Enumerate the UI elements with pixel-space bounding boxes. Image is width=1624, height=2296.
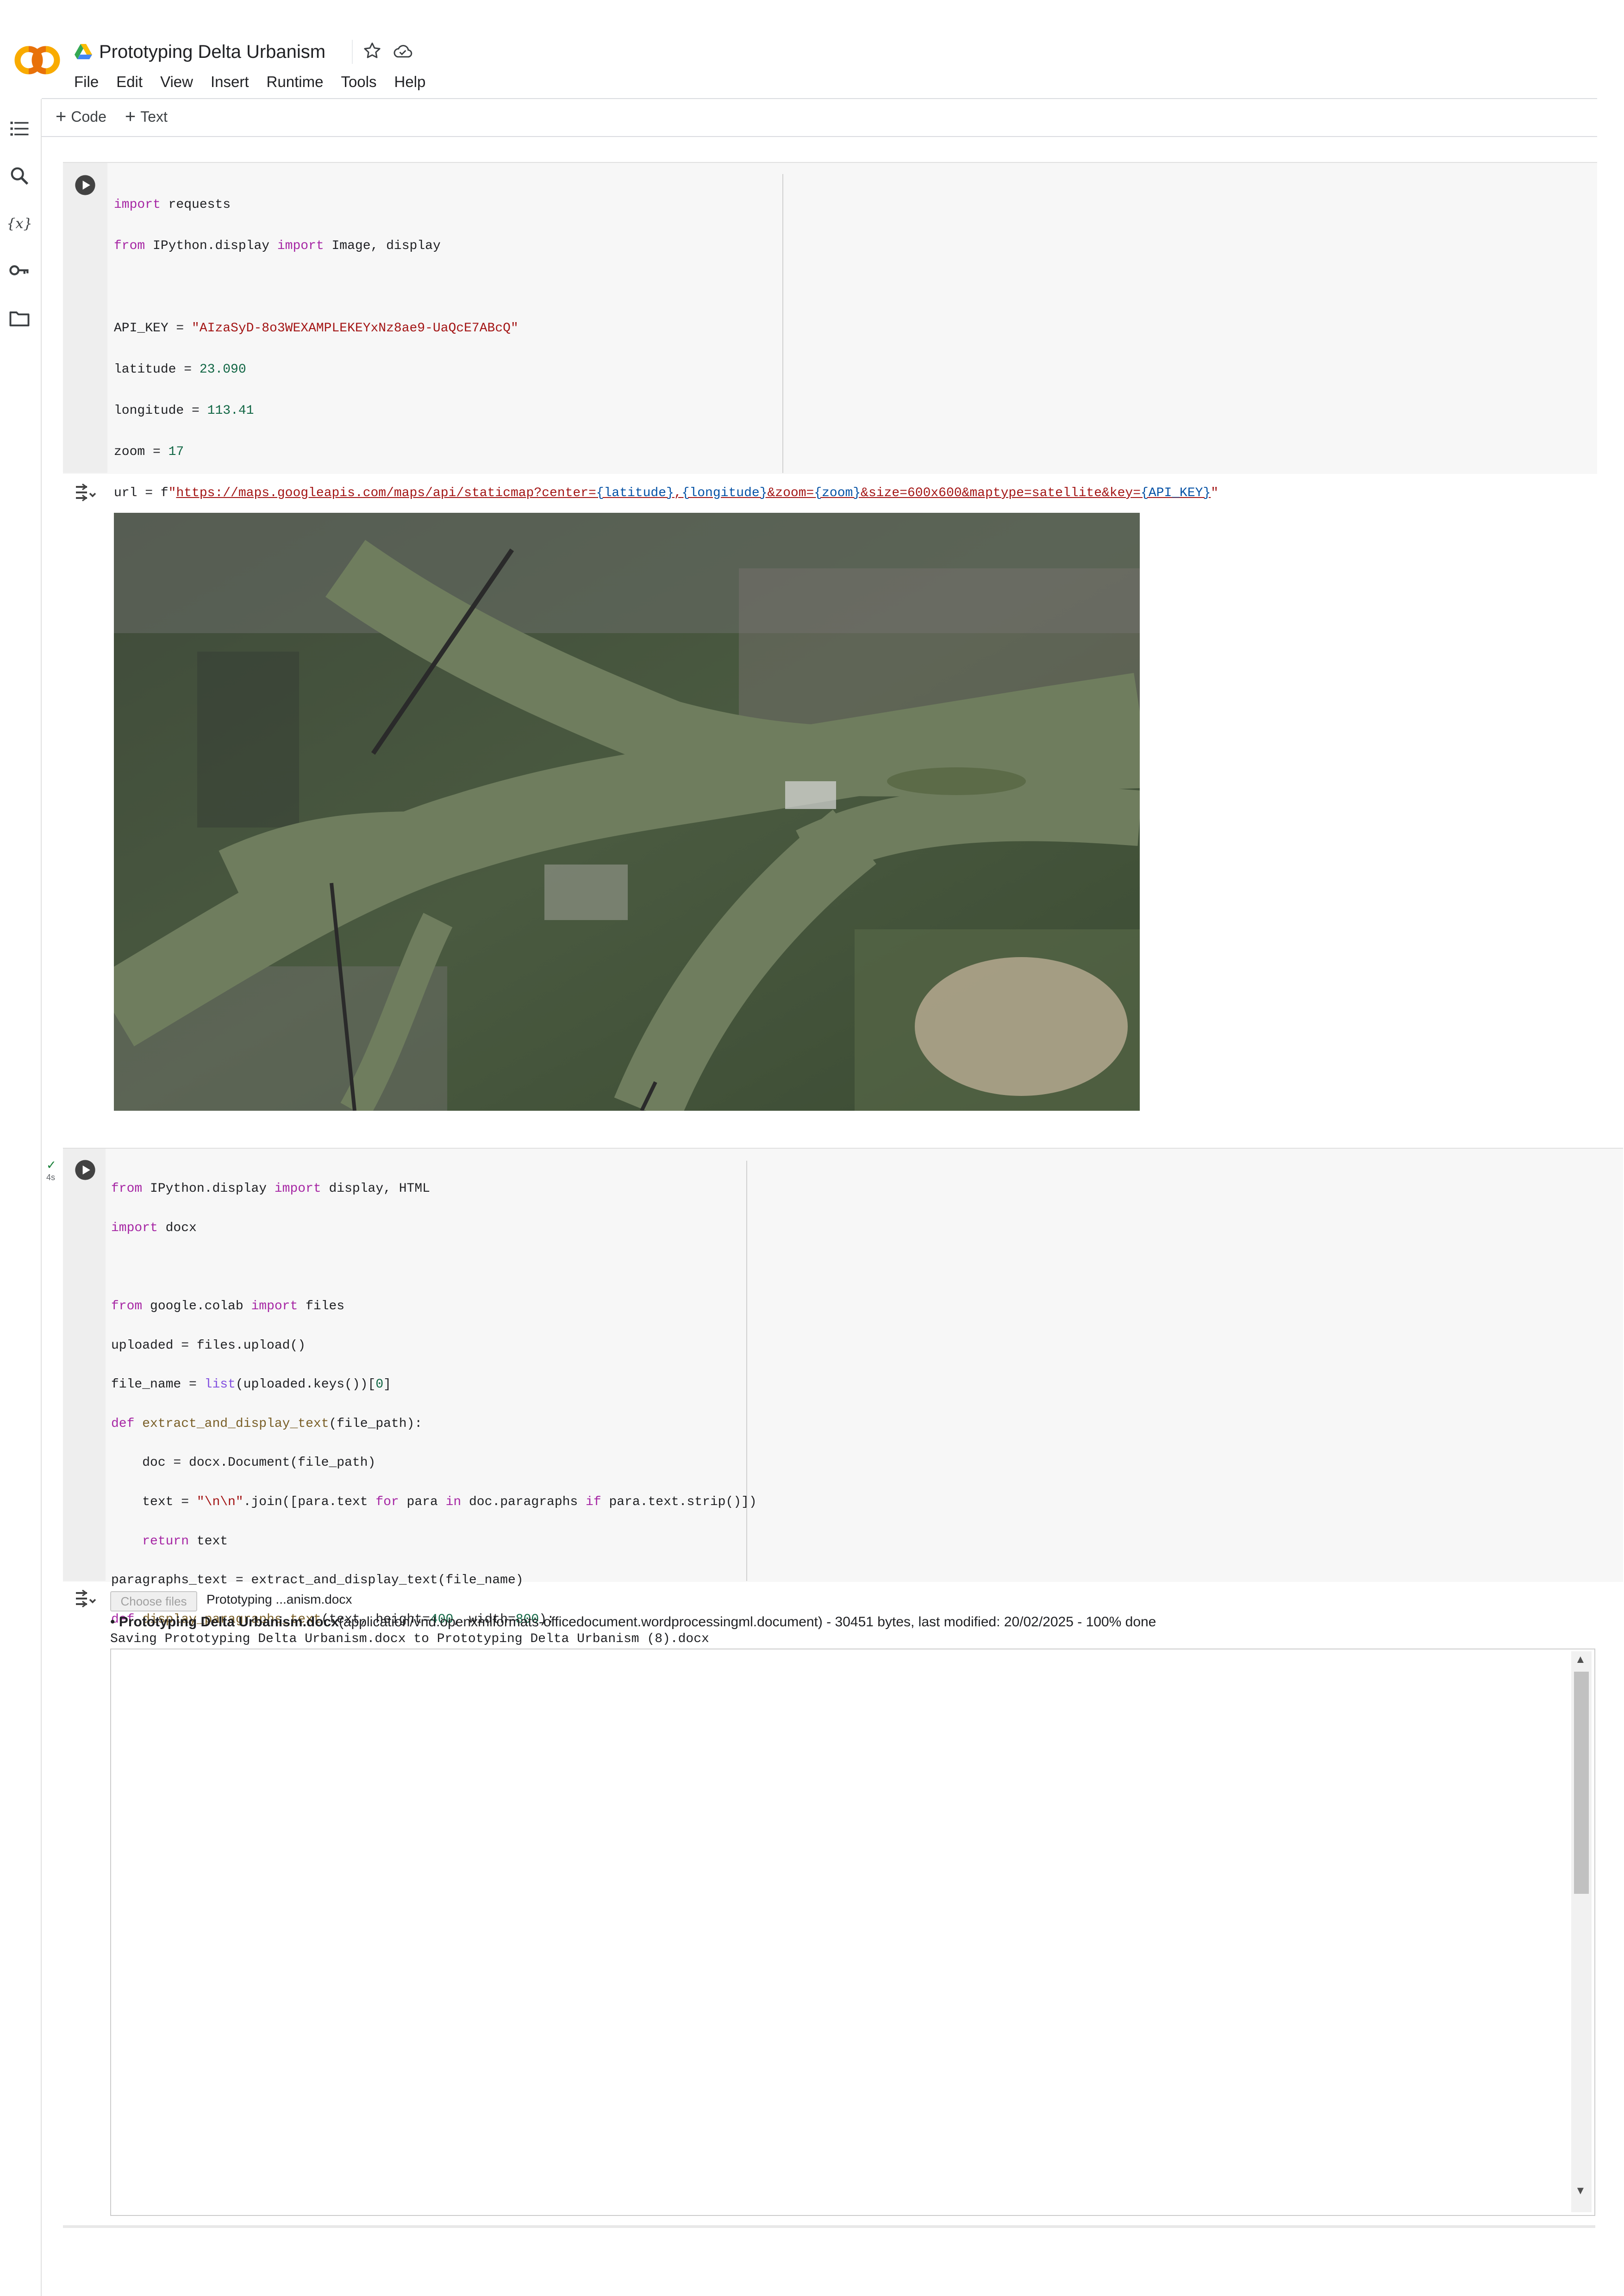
- code-line: text = "\n\n".join([para.text for para i…: [111, 1495, 757, 1510]
- menu-file[interactable]: File: [74, 73, 99, 91]
- rail-divider: [41, 99, 42, 2296]
- satellite-image: [114, 513, 1140, 1111]
- header-divider: [42, 98, 1597, 99]
- menu-tools[interactable]: Tools: [341, 73, 376, 91]
- choose-files-button[interactable]: Choose files: [110, 1591, 197, 1612]
- code-line: import docx: [111, 1220, 197, 1235]
- scroll-up-arrow-icon[interactable]: ▲: [1575, 1653, 1586, 1666]
- add-text-label: Text: [140, 108, 168, 125]
- uploaded-filename: Prototyping Delta Urbanism.docx: [119, 1614, 339, 1630]
- document-title[interactable]: Prototyping Delta Urbanism: [99, 42, 325, 62]
- html-output-box[interactable]: [110, 1649, 1595, 2216]
- chosen-file-name: Prototyping ...anism.docx: [206, 1592, 352, 1606]
- code-line: url = f"https://maps.googleapis.com/maps…: [114, 485, 1219, 500]
- code-line: return text: [142, 1534, 228, 1549]
- files-folder-icon[interactable]: [7, 306, 31, 330]
- code-line: import requests: [114, 197, 231, 212]
- saving-message: Saving Prototyping Delta Urbanism.docx t…: [110, 1632, 709, 1646]
- scrollbar-thumb[interactable]: [1574, 1672, 1589, 1894]
- code-line: from google.colab import files: [111, 1299, 345, 1314]
- menu-help[interactable]: Help: [394, 73, 425, 91]
- code-line: uploaded = files.upload(): [111, 1338, 306, 1353]
- bullet: •: [110, 1614, 115, 1630]
- code-line: file_name = list(uploaded.keys())[0]: [111, 1377, 391, 1392]
- toolbar-divider: [42, 136, 1597, 137]
- document-title-area: Prototyping Delta Urbanism: [74, 38, 325, 66]
- cell-2-gutter: [63, 1149, 106, 1581]
- scroll-down-arrow-icon[interactable]: ▼: [1575, 2184, 1586, 2197]
- code-line: latitude = 23.090: [114, 362, 246, 377]
- upload-status-line: • Prototyping Delta Urbanism.docx(applic…: [110, 1614, 1156, 1630]
- code-line: API_KEY = "AIzaSyD-8o3WEXAMPLEKEYxNz8ae9…: [114, 321, 518, 336]
- menu-insert[interactable]: Insert: [211, 73, 249, 91]
- colab-logo-icon[interactable]: [13, 44, 62, 76]
- notebook-toolbar: + Code + Text: [56, 106, 186, 127]
- output-toggle-icon[interactable]: [73, 482, 97, 503]
- secrets-key-icon[interactable]: [7, 258, 31, 282]
- cell-1-gutter: [63, 163, 107, 473]
- code-line: longitude = 113.41: [114, 403, 254, 418]
- add-text-button[interactable]: + Text: [125, 106, 168, 127]
- menu-view[interactable]: View: [160, 73, 193, 91]
- code-line: from IPython.display import display, HTM…: [111, 1182, 430, 1196]
- search-icon[interactable]: [7, 164, 31, 188]
- menu-edit[interactable]: Edit: [116, 73, 143, 91]
- plus-icon: +: [125, 106, 136, 127]
- code-line: from IPython.display import Image, displ…: [114, 238, 441, 253]
- add-code-button[interactable]: + Code: [56, 106, 106, 127]
- svg-text:{x}: {x}: [7, 216, 31, 232]
- code-line: def extract_and_display_text(file_path):: [111, 1416, 423, 1431]
- code-line: paragraphs_text = extract_and_display_te…: [111, 1573, 524, 1588]
- table-of-contents-icon[interactable]: [7, 117, 31, 141]
- title-divider: [352, 40, 353, 64]
- google-drive-icon[interactable]: [74, 43, 93, 61]
- cloud-saved-icon[interactable]: [392, 41, 414, 61]
- cell-2-bottom-edge: [63, 2225, 1595, 2228]
- execution-success-icon: ✓: [46, 1158, 56, 1172]
- execution-time: 4s: [46, 1173, 56, 1182]
- star-icon[interactable]: [362, 41, 382, 61]
- code-line: zoom = 17: [114, 444, 184, 459]
- run-cell-1-button[interactable]: [73, 173, 97, 197]
- variables-icon[interactable]: {x}: [6, 211, 32, 235]
- menu-bar: File Edit View Insert Runtime Tools Help: [74, 70, 443, 93]
- output-toggle-icon[interactable]: [73, 1588, 97, 1609]
- upload-details: (application/vnd.openxmlformats-officedo…: [338, 1614, 1156, 1630]
- code-line: doc = docx.Document(file_path): [111, 1456, 376, 1470]
- plus-icon: +: [56, 106, 67, 127]
- menu-runtime[interactable]: Runtime: [267, 73, 324, 91]
- run-cell-2-button[interactable]: [73, 1158, 97, 1182]
- add-code-label: Code: [71, 108, 106, 125]
